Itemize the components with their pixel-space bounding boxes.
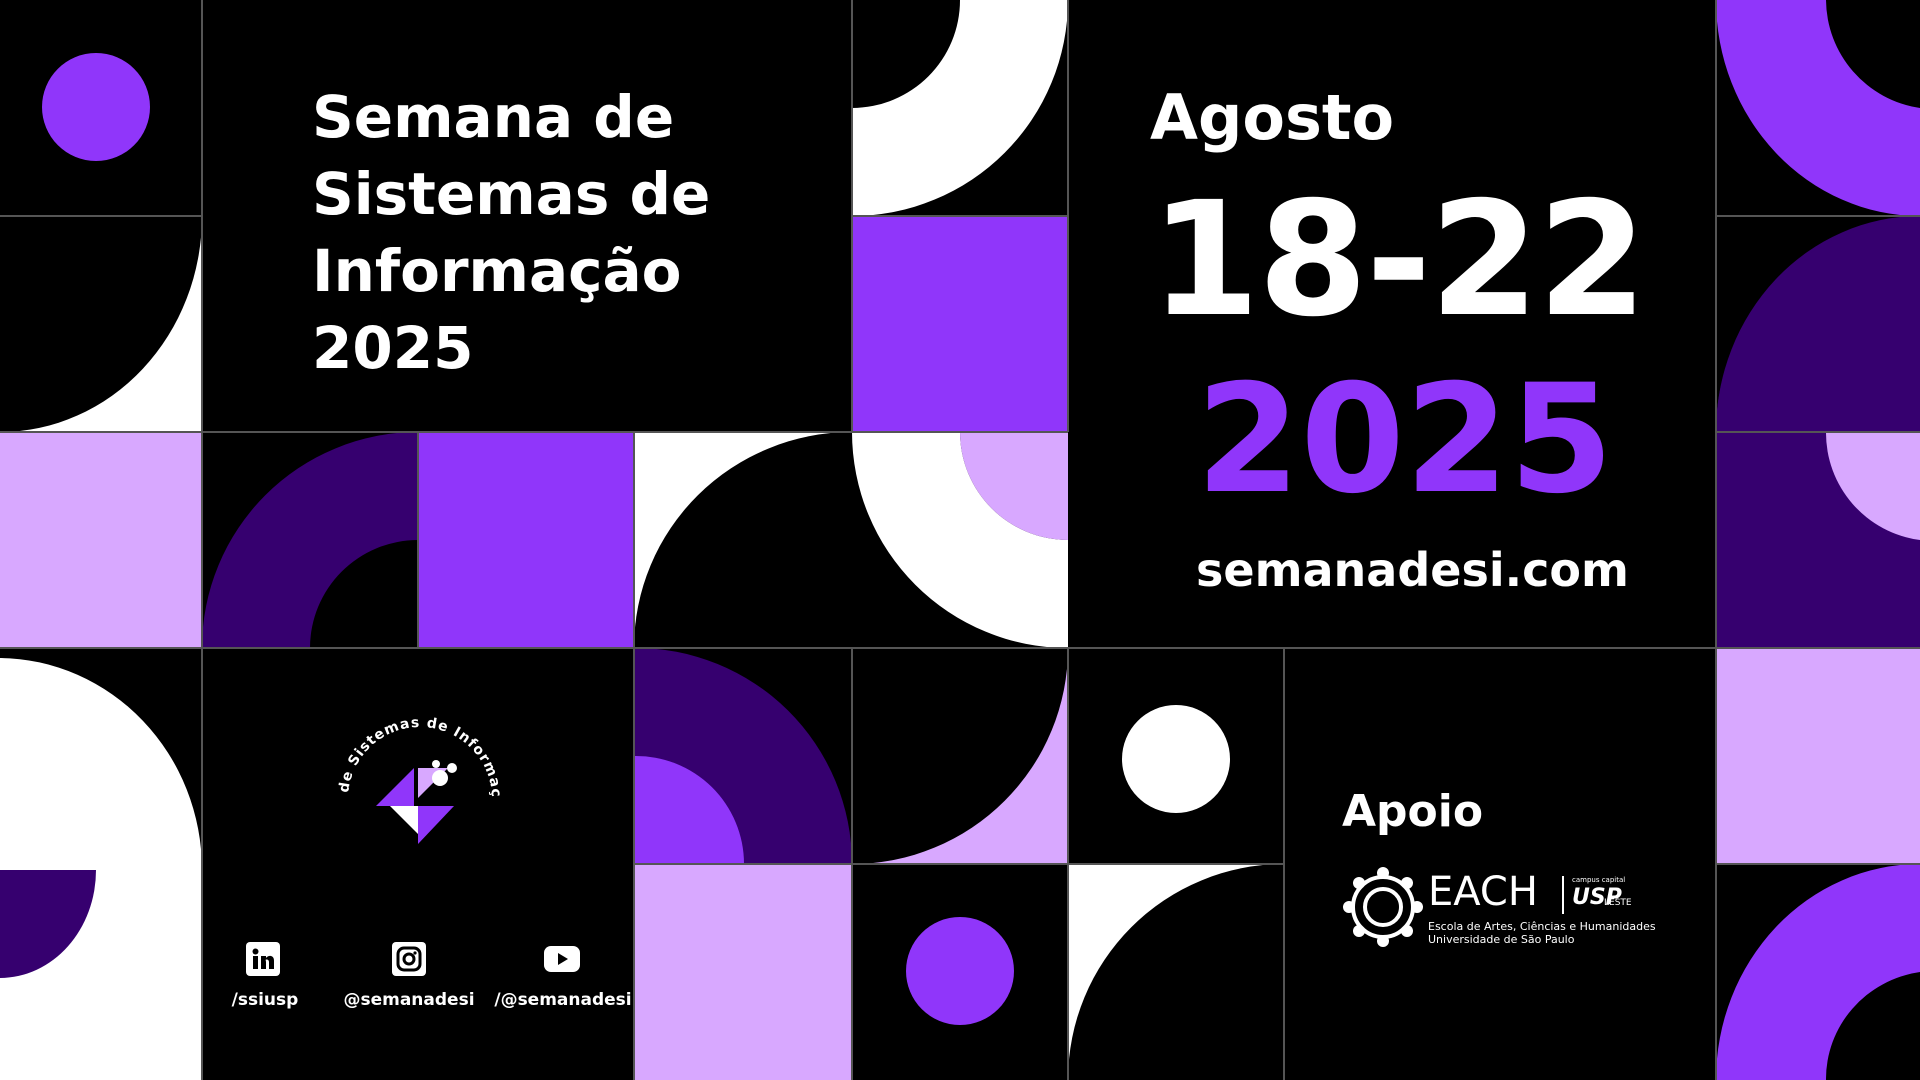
event-website[interactable]: semanadesi.com	[1196, 540, 1629, 600]
support-label: Apoio	[1342, 786, 1484, 837]
event-title-line-1: Semana de	[312, 83, 675, 151]
instagram-handle[interactable]: @semanadesi	[324, 990, 494, 1010]
usp-campus-text: campus capital	[1572, 876, 1626, 884]
event-dates: 18-22	[1150, 168, 1647, 352]
org-name-line-1: Escola de Artes, Ciências e Humanidades	[1428, 920, 1656, 933]
event-month: Agosto	[1150, 81, 1395, 154]
event-year: 2025	[1196, 353, 1614, 527]
youtube-icon[interactable]	[544, 946, 580, 972]
event-title-line-3: Informação	[312, 237, 682, 305]
event-banner: Semana de Sistemas de Informação 2025 Ag…	[0, 0, 1920, 1080]
logo-emblem	[376, 760, 457, 844]
purple-square	[852, 216, 1068, 432]
event-logo: Semana de Sistemas de Informação 2025	[312, 682, 520, 904]
light-purple-square-3	[1716, 648, 1920, 864]
purple-circle	[42, 53, 150, 161]
logo-divider	[1562, 876, 1564, 914]
event-title-line-4: 2025	[312, 314, 474, 382]
white-circle	[1122, 705, 1230, 813]
linkedin-icon[interactable]	[246, 942, 280, 976]
purple-square-2	[418, 432, 634, 648]
usp-leste-text: LESTE	[1604, 898, 1632, 908]
instagram-icon[interactable]	[392, 942, 426, 976]
event-title-line-2: Sistemas de	[312, 160, 711, 228]
light-purple-square-2	[634, 864, 852, 1080]
light-purple-square	[0, 432, 202, 648]
geometric-background	[0, 0, 1920, 1080]
org-acronym: EACH	[1428, 869, 1538, 915]
each-logo	[1342, 866, 1424, 948]
purple-circle-2	[906, 917, 1014, 1025]
org-name-line-2: Universidade de São Paulo	[1428, 933, 1575, 946]
youtube-handle[interactable]: /@semanadesi	[478, 990, 648, 1010]
